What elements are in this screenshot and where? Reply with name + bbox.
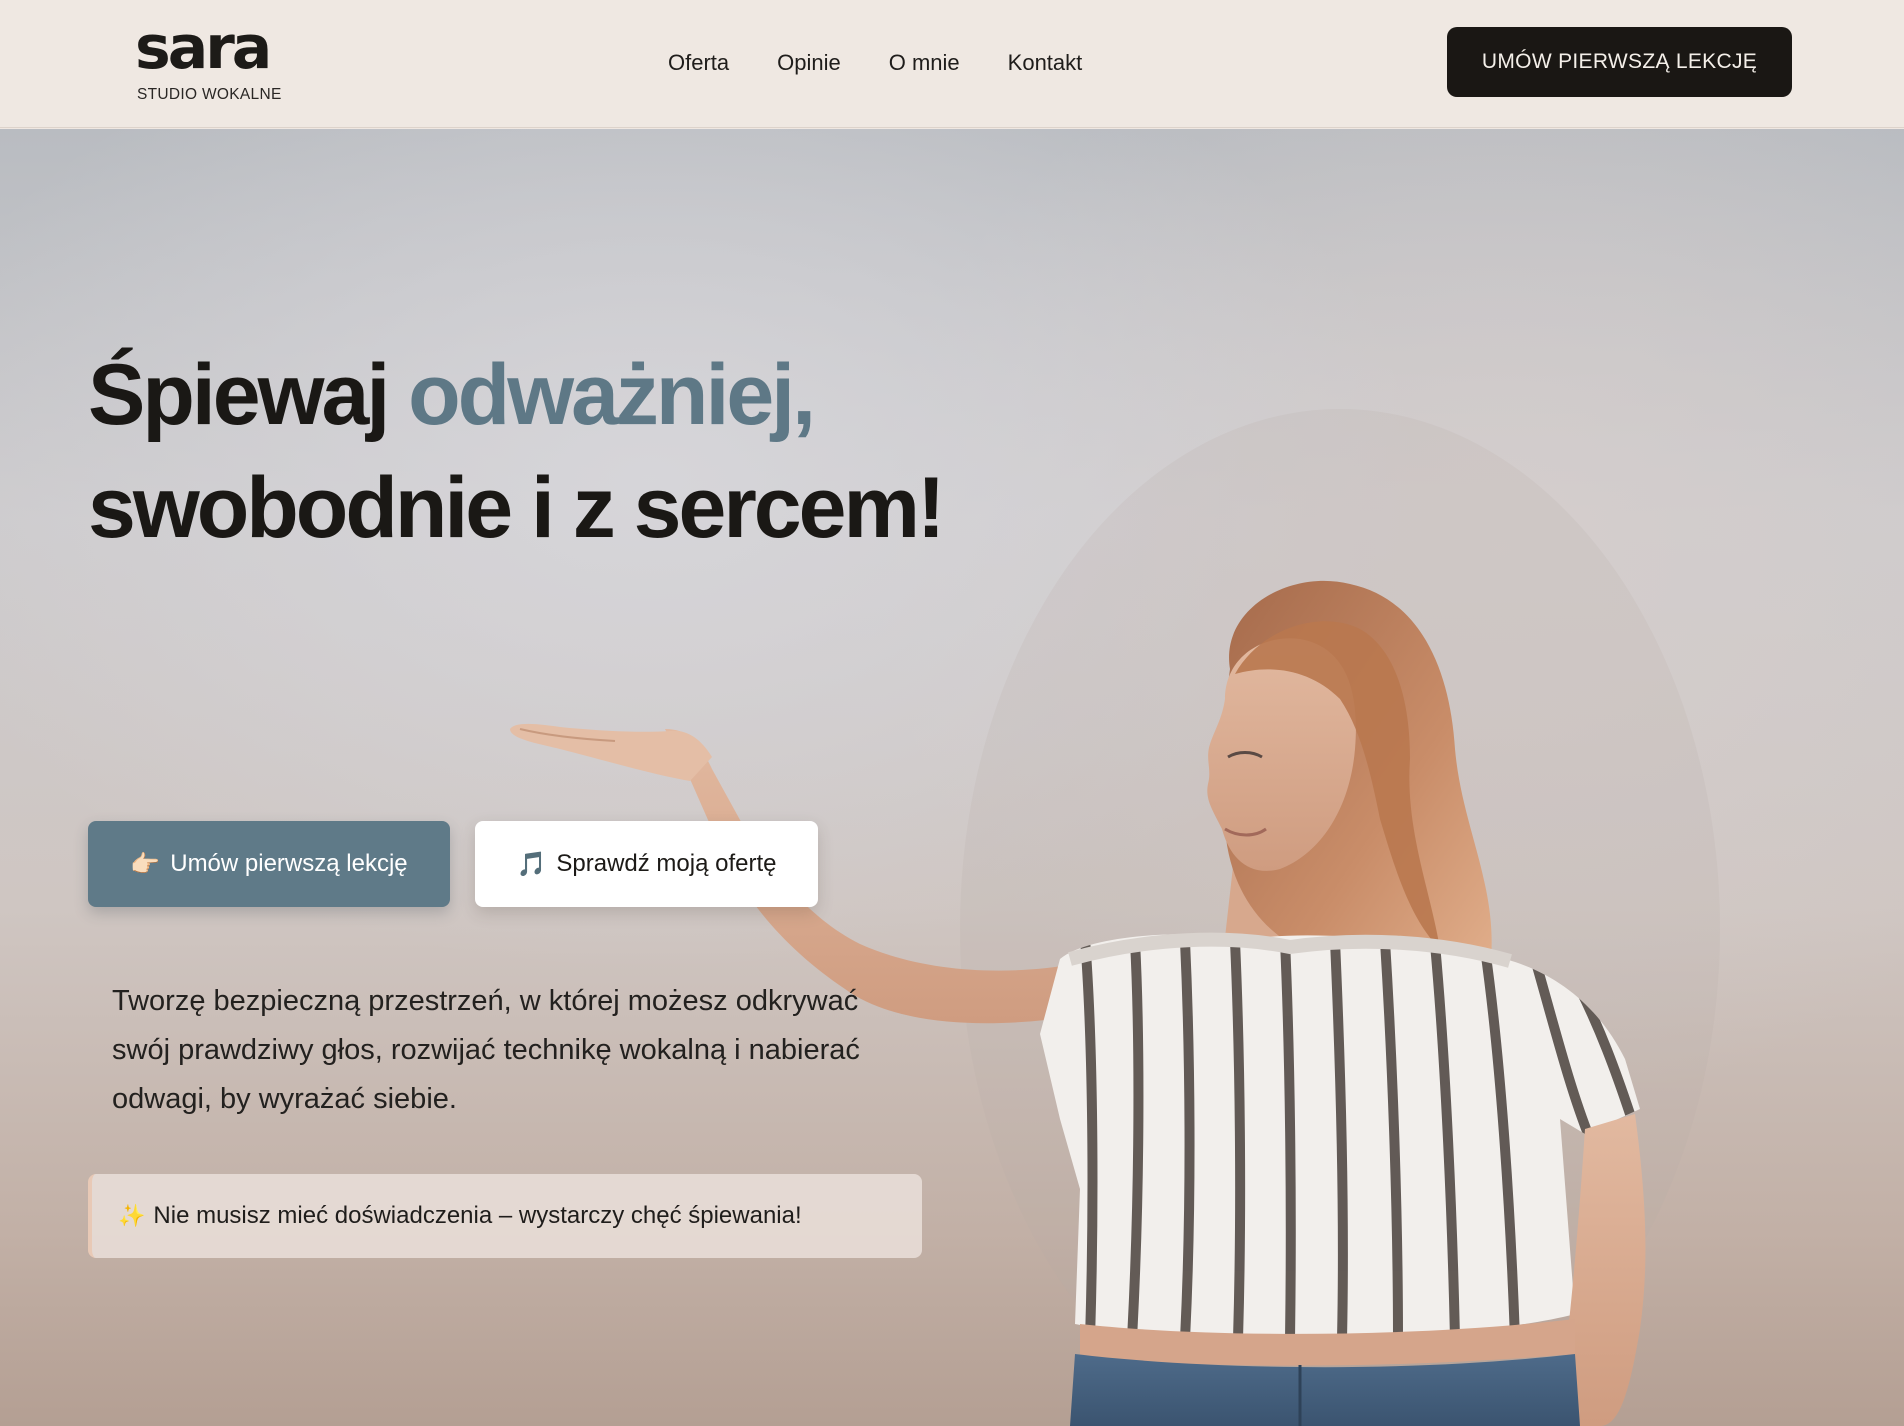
sparkles-icon: ✨ [118,1203,146,1228]
logo-wordmark: sara [135,13,272,83]
headline-part-1: Śpiewaj [88,347,390,443]
pointing-hand-icon: 👉🏻 [130,850,161,878]
headline-accent: odważniej, [408,347,816,443]
nav-link-oferta[interactable]: Oferta [668,50,729,76]
book-first-lesson-button[interactable]: 👉🏻 Umów pierwszą lekcję [88,821,450,907]
nav-link-kontakt[interactable]: Kontakt [1008,50,1083,76]
logo-subtitle: STUDIO WOKALNE [137,86,282,103]
hero-headline: Śpiewaj odważniej, swobodnie i z sercem! [88,339,988,565]
no-experience-note: ✨ Nie musisz mieć doświadczenia – wystar… [88,1174,922,1258]
nav-link-o-mnie[interactable]: O mnie [889,50,960,76]
note-text: Nie musisz mieć doświadczenia – wystarcz… [153,1202,802,1229]
hero-description: Tworzę bezpieczną przestrzeń, w której m… [112,985,860,1115]
book-first-lesson-label: Umów pierwszą lekcję [170,850,408,877]
hero-section: Śpiewaj odważniej, swobodnie i z sercem!… [0,129,1904,1426]
nav-link-opinie[interactable]: Opinie [777,50,841,76]
headline-part-2: swobodnie i z sercem! [88,460,946,556]
book-lesson-header-button[interactable]: UMÓW PIERWSZĄ LEKCJĘ [1447,27,1792,97]
main-nav: Oferta Opinie O mnie Kontakt [668,50,1082,76]
site-header: sara STUDIO WOKALNE Oferta Opinie O mnie… [0,0,1904,128]
logo[interactable]: sara STUDIO WOKALNE [135,13,285,104]
check-offer-label: Sprawdź moją ofertę [556,850,777,877]
music-note-icon: 🎵 [516,850,547,878]
check-offer-button[interactable]: 🎵 Sprawdź moją ofertę [475,821,818,907]
